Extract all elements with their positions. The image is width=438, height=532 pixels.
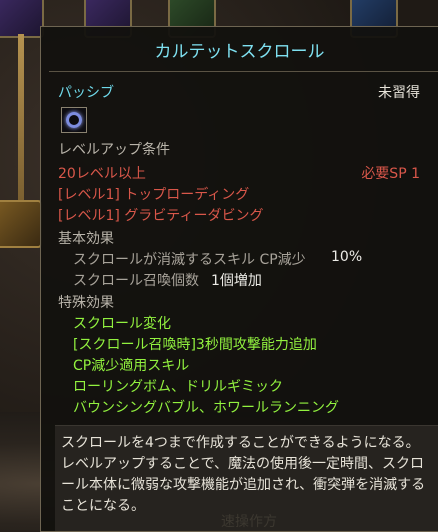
skill-slot[interactable] xyxy=(0,0,44,38)
skill-type-label: パッシブ xyxy=(58,85,114,101)
special-effect-item: CP減少適用スキル xyxy=(73,358,190,374)
ring-orb-icon xyxy=(61,107,87,133)
basic-effect-value: 1個増加 xyxy=(211,273,262,289)
special-effect-item: [スクロール召喚時]3秒間攻撃能力追加 xyxy=(73,337,317,353)
skill-status-label: 未習得 xyxy=(378,85,420,101)
prerequisite-skill: [レベル1] トップローディング xyxy=(58,187,250,203)
special-effect-item: バウンシングバブル、ホワールランニング xyxy=(73,400,339,416)
skill-description: スクロールを4つまで作成することができるようになる。レベルアップすることで、魔法… xyxy=(61,435,426,514)
skill-slot[interactable] xyxy=(0,200,42,248)
skill-link-line xyxy=(18,34,24,204)
skill-title: カルテットスクロール xyxy=(154,42,325,62)
basic-effect-label: スクロール召喚個数 xyxy=(73,273,199,289)
special-effect-item: スクロール変化 xyxy=(73,316,171,332)
level-requirement: 20レベル以上 xyxy=(58,166,146,182)
basic-effect-value: 10% xyxy=(331,249,363,265)
special-effect-item: ローリングボム、ドリルギミック xyxy=(73,379,283,395)
skill-tooltip: カルテットスクロール パッシブ 未習得 レベルアップ条件 20レベル以上 必要S… xyxy=(40,26,438,532)
title-divider xyxy=(49,71,438,72)
special-effect-header: 特殊効果 xyxy=(58,295,114,311)
footer-hint: 速操作方 xyxy=(221,514,277,530)
basic-effect-label: スクロールが消滅するスキル CP減少 xyxy=(73,252,306,268)
sp-requirement: 必要SP 1 xyxy=(361,166,420,182)
levelup-header: レベルアップ条件 xyxy=(58,142,170,158)
basic-effect-header: 基本効果 xyxy=(58,231,114,247)
prerequisite-skill: [レベル1] グラビティーダビング xyxy=(58,208,264,224)
